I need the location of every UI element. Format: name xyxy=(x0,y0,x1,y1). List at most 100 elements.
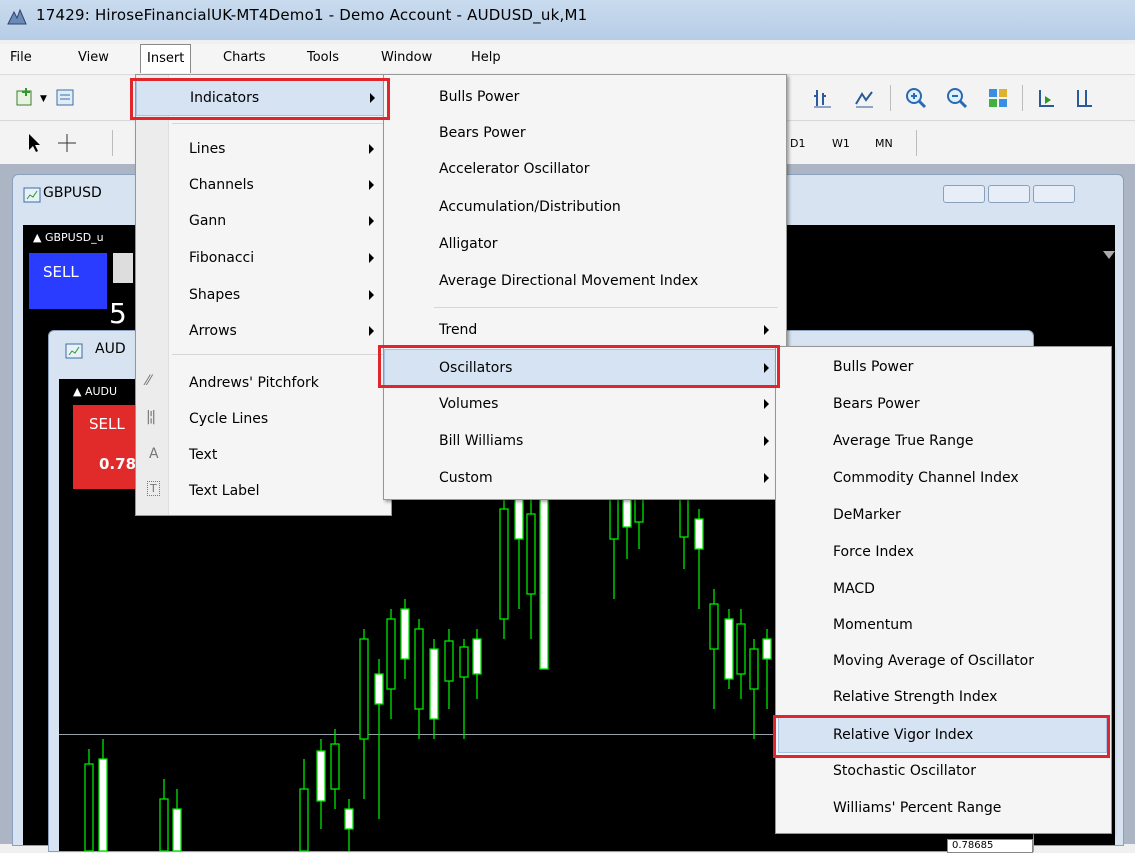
menu-charts[interactable]: Charts xyxy=(223,50,266,65)
menu-item-label: Bears Power xyxy=(833,396,920,412)
menu-item-arrows[interactable]: Arrows xyxy=(136,313,391,350)
menu-item-momentum[interactable]: Momentum xyxy=(776,607,1111,644)
menu-item-lines[interactable]: Lines xyxy=(136,131,391,168)
zoom-out-icon[interactable] xyxy=(945,86,969,110)
menu-item-macd[interactable]: MACD xyxy=(776,571,1111,608)
submenu-arrow-icon xyxy=(370,93,375,103)
indicators-menu: Bulls Power Bears Power Accelerator Osci… xyxy=(383,74,787,500)
menu-item-andrews-pitchfork[interactable]: ⁄⁄ Andrews' Pitchfork xyxy=(136,365,391,402)
symbol-label: ▲ GBPUSD_u xyxy=(33,231,104,244)
menu-item-average-true-range[interactable]: Average True Range xyxy=(776,423,1111,460)
menu-item-force-index[interactable]: Force Index xyxy=(776,534,1111,571)
tile-windows-icon[interactable] xyxy=(986,86,1010,110)
menu-bar: File View Insert Charts Tools Window Hel… xyxy=(0,44,1135,75)
menu-item-volumes[interactable]: Volumes xyxy=(384,386,786,423)
menu-item-shapes[interactable]: Shapes xyxy=(136,277,391,314)
menu-view[interactable]: View xyxy=(78,50,109,65)
submenu-arrow-icon xyxy=(764,473,769,483)
chart-shift-icon[interactable] xyxy=(1072,86,1096,110)
menu-item-label: Commodity Channel Index xyxy=(833,470,1019,486)
cycle-lines-icon: |¦| xyxy=(146,409,156,425)
menu-item-label: Indicators xyxy=(190,90,260,106)
line-chart-icon[interactable] xyxy=(852,86,876,110)
timeframe-w1[interactable]: W1 xyxy=(832,137,850,150)
menu-item-trend[interactable]: Trend xyxy=(384,312,786,349)
minimize-button[interactable] xyxy=(943,185,985,203)
menu-item-accelerator-oscillator[interactable]: Accelerator Oscillator xyxy=(384,151,786,188)
timeframe-mn[interactable]: MN xyxy=(875,137,893,150)
menu-item-label: Bears Power xyxy=(439,125,526,141)
menu-item-bears-power[interactable]: Bears Power xyxy=(384,115,786,152)
auto-scroll-icon[interactable] xyxy=(1034,86,1058,110)
menu-item-label: Bulls Power xyxy=(439,89,520,105)
menu-item-relative-vigor-index[interactable]: Relative Vigor Index xyxy=(778,716,1107,753)
dropdown-arrow-icon[interactable]: ▼ xyxy=(40,94,47,104)
menu-item-label: Relative Vigor Index xyxy=(833,727,974,743)
menu-insert[interactable]: Insert xyxy=(140,44,192,73)
menu-help[interactable]: Help xyxy=(471,50,501,65)
zoom-in-icon[interactable] xyxy=(904,86,928,110)
title-bar: 17429: HiroseFinancialUK-MT4Demo1 - Demo… xyxy=(0,0,1135,40)
submenu-arrow-icon xyxy=(369,326,374,336)
menu-item-label: Average True Range xyxy=(833,433,974,449)
chart-arrow-icon xyxy=(1103,251,1115,259)
menu-item-label: Williams' Percent Range xyxy=(833,800,1002,816)
menu-item-label: Fibonacci xyxy=(189,250,255,266)
menu-item-williams-percent-range[interactable]: Williams' Percent Range xyxy=(776,790,1111,827)
profiles-icon[interactable] xyxy=(54,86,78,110)
new-chart-icon[interactable] xyxy=(14,86,38,110)
menu-item-bulls-power[interactable]: Bulls Power xyxy=(384,79,786,116)
menu-item-oscillators[interactable]: Oscillators xyxy=(384,349,786,386)
menu-item-label: Accelerator Oscillator xyxy=(439,161,590,177)
menu-item-demarker[interactable]: DeMarker xyxy=(776,497,1111,534)
menu-item-accumulation-distribution[interactable]: Accumulation/Distribution xyxy=(384,189,786,226)
menu-item-average-directional-movement-index[interactable]: Average Directional Movement Index xyxy=(384,263,786,300)
menu-item-bill-williams[interactable]: Bill Williams xyxy=(384,423,786,460)
menu-item-custom[interactable]: Custom xyxy=(384,460,786,497)
sell-button[interactable]: SELL xyxy=(29,253,107,309)
bar-chart-icon[interactable] xyxy=(810,86,834,110)
menu-item-label: Arrows xyxy=(189,323,237,339)
lot-field[interactable] xyxy=(113,253,133,283)
close-button[interactable] xyxy=(1033,185,1075,203)
menu-item-label: Shapes xyxy=(189,287,241,303)
timeframe-d1[interactable]: D1 xyxy=(790,137,805,150)
menu-item-label: Channels xyxy=(189,177,254,193)
menu-item-label: Text Label xyxy=(189,483,260,499)
menu-item-alligator[interactable]: Alligator xyxy=(384,226,786,263)
menu-item-moving-average-of-oscillator[interactable]: Moving Average of Oscillator xyxy=(776,643,1111,680)
sell-label: SELL xyxy=(43,263,79,281)
menu-item-text[interactable]: A Text xyxy=(136,437,391,474)
menu-window[interactable]: Window xyxy=(381,50,432,65)
menu-item-indicators[interactable]: Indicators xyxy=(136,79,391,116)
menu-item-label: Force Index xyxy=(833,544,914,560)
crosshair-icon[interactable] xyxy=(55,131,79,155)
menu-tools[interactable]: Tools xyxy=(307,50,339,65)
menu-item-gann[interactable]: Gann xyxy=(136,203,391,240)
menu-item-channels[interactable]: Channels xyxy=(136,167,391,204)
menu-item-stochastic-oscillator[interactable]: Stochastic Oscillator xyxy=(776,753,1111,790)
maximize-button[interactable] xyxy=(988,185,1030,203)
menu-item-commodity-channel-index[interactable]: Commodity Channel Index xyxy=(776,460,1111,497)
menu-item-relative-strength-index[interactable]: Relative Strength Index xyxy=(776,679,1111,716)
menu-item-cycle-lines[interactable]: |¦| Cycle Lines xyxy=(136,401,391,438)
submenu-arrow-icon xyxy=(369,216,374,226)
menu-item-bears-power[interactable]: Bears Power xyxy=(776,386,1111,423)
chart-window-title: AUD xyxy=(95,341,126,357)
text-icon: A xyxy=(149,446,159,462)
menu-item-fibonacci[interactable]: Fibonacci xyxy=(136,240,391,277)
menu-item-label: Bill Williams xyxy=(439,433,524,449)
menu-file[interactable]: File xyxy=(10,50,32,65)
oscillators-menu: Bulls Power Bears Power Average True Ran… xyxy=(775,346,1112,834)
menu-item-label: Volumes xyxy=(439,396,499,412)
menu-item-bulls-power[interactable]: Bulls Power xyxy=(776,349,1111,386)
menu-item-label: Custom xyxy=(439,470,493,486)
menu-item-label: Moving Average of Oscillator xyxy=(833,653,1034,669)
menu-item-label: DeMarker xyxy=(833,507,901,523)
menu-item-label: Trend xyxy=(439,322,478,338)
cursor-icon[interactable] xyxy=(22,131,46,155)
submenu-arrow-icon xyxy=(764,399,769,409)
menu-item-label: Text xyxy=(189,447,218,463)
menu-item-text-label[interactable]: T Text Label xyxy=(136,473,391,510)
submenu-arrow-icon xyxy=(764,436,769,446)
